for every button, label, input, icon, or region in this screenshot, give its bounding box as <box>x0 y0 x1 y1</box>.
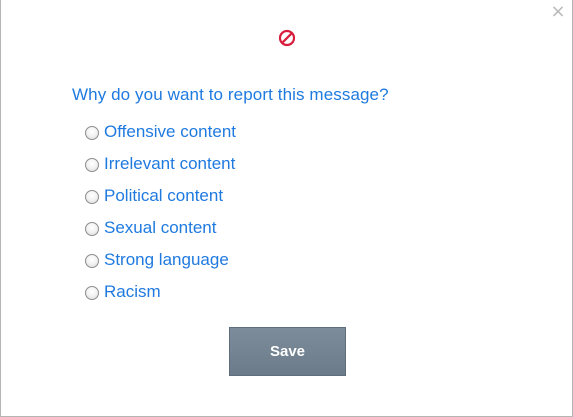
report-reason-list: Offensive content Irrelevant content Pol… <box>85 116 236 308</box>
option-racism[interactable]: Racism <box>85 276 236 308</box>
political-content-radio[interactable] <box>85 189 99 204</box>
irrelevant-content-radio[interactable] <box>85 157 99 172</box>
save-button[interactable]: Save <box>229 327 346 376</box>
option-political-content[interactable]: Political content <box>85 180 236 212</box>
sexual-content-label[interactable]: Sexual content <box>104 218 216 238</box>
report-message-dialog: × Why do you want to report this message… <box>0 0 573 417</box>
strong-language-label[interactable]: Strong language <box>104 250 229 270</box>
option-irrelevant-content[interactable]: Irrelevant content <box>85 148 236 180</box>
racism-label[interactable]: Racism <box>104 282 161 302</box>
option-strong-language[interactable]: Strong language <box>85 244 236 276</box>
close-icon[interactable]: × <box>550 3 566 21</box>
option-offensive-content[interactable]: Offensive content <box>85 116 236 148</box>
sexual-content-radio[interactable] <box>85 221 99 236</box>
political-content-label[interactable]: Political content <box>104 186 223 206</box>
offensive-content-label[interactable]: Offensive content <box>104 122 236 142</box>
racism-radio[interactable] <box>85 285 99 300</box>
irrelevant-content-label[interactable]: Irrelevant content <box>104 154 235 174</box>
strong-language-radio[interactable] <box>85 253 99 268</box>
offensive-content-radio[interactable] <box>85 125 99 140</box>
ban-icon <box>278 29 296 47</box>
option-sexual-content[interactable]: Sexual content <box>85 212 236 244</box>
report-question: Why do you want to report this message? <box>72 85 389 104</box>
